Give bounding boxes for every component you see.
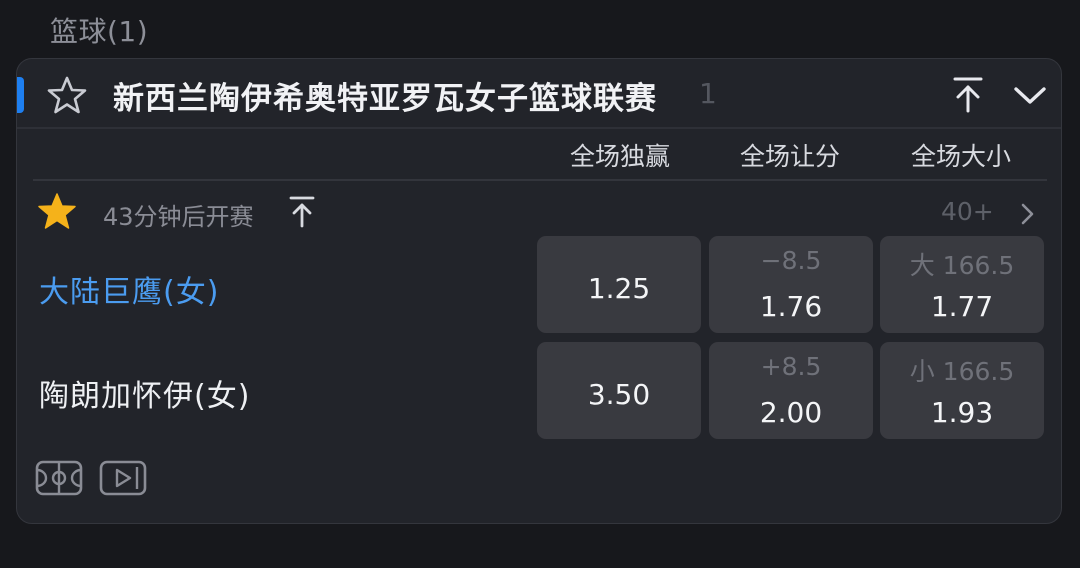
odds-value: 2.00	[759, 396, 823, 429]
home-total-odds-button[interactable]: 大 166.5 1.77	[880, 236, 1044, 333]
market-column-headers: 全场独赢 全场让分 全场大小	[17, 127, 1061, 179]
away-total-odds-button[interactable]: 小 166.5 1.93	[880, 342, 1044, 439]
odds-value: 3.50	[587, 378, 651, 411]
odds-value: 1.77	[930, 290, 994, 323]
league-card: 新西兰陶伊希奥特亚罗瓦女子篮球联赛 1 全场独赢 全场让分 全场大小 43分钟后…	[16, 58, 1062, 524]
home-handicap-odds-button[interactable]: −8.5 1.76	[709, 236, 873, 333]
handicap-line: −8.5	[760, 246, 822, 275]
video-play-icon[interactable]	[99, 459, 147, 501]
away-handicap-odds-button[interactable]: +8.5 2.00	[709, 342, 873, 439]
handicap-line: +8.5	[760, 352, 822, 381]
league-match-count: 1	[699, 77, 717, 110]
league-name: 新西兰陶伊希奥特亚罗瓦女子篮球联赛	[113, 81, 657, 117]
odds-value: 1.76	[759, 290, 823, 323]
column-header-handicap: 全场让分	[739, 142, 840, 171]
more-markets-count[interactable]: 40+	[941, 197, 994, 226]
total-line: 小 166.5	[909, 357, 1015, 386]
league-header[interactable]: 新西兰陶伊希奥特亚罗瓦女子篮球联赛 1	[17, 59, 1061, 129]
chevron-down-icon[interactable]	[1013, 81, 1047, 111]
chevron-right-icon[interactable]	[1017, 201, 1037, 227]
odds-value: 1.25	[587, 272, 651, 305]
star-outline-icon[interactable]	[47, 75, 87, 115]
odds-value: 1.93	[930, 396, 994, 429]
match-start-time: 43分钟后开赛	[103, 203, 254, 231]
column-header-moneyline: 全场独赢	[569, 142, 670, 171]
court-icon[interactable]	[35, 459, 83, 501]
home-moneyline-odds-button[interactable]: 1.25	[537, 236, 701, 333]
away-moneyline-odds-button[interactable]: 3.50	[537, 342, 701, 439]
pin-top-icon[interactable]	[289, 195, 315, 229]
header-divider	[33, 179, 1047, 181]
column-header-total: 全场大小	[910, 142, 1011, 171]
section-title: 篮球(1)	[50, 15, 149, 48]
away-team-name[interactable]: 陶朗加怀伊(女)	[39, 371, 250, 415]
star-filled-icon[interactable]	[37, 191, 77, 231]
home-team-name[interactable]: 大陆巨鹰(女)	[39, 267, 219, 311]
total-line: 大 166.5	[909, 251, 1015, 280]
pin-top-icon[interactable]	[951, 75, 985, 115]
